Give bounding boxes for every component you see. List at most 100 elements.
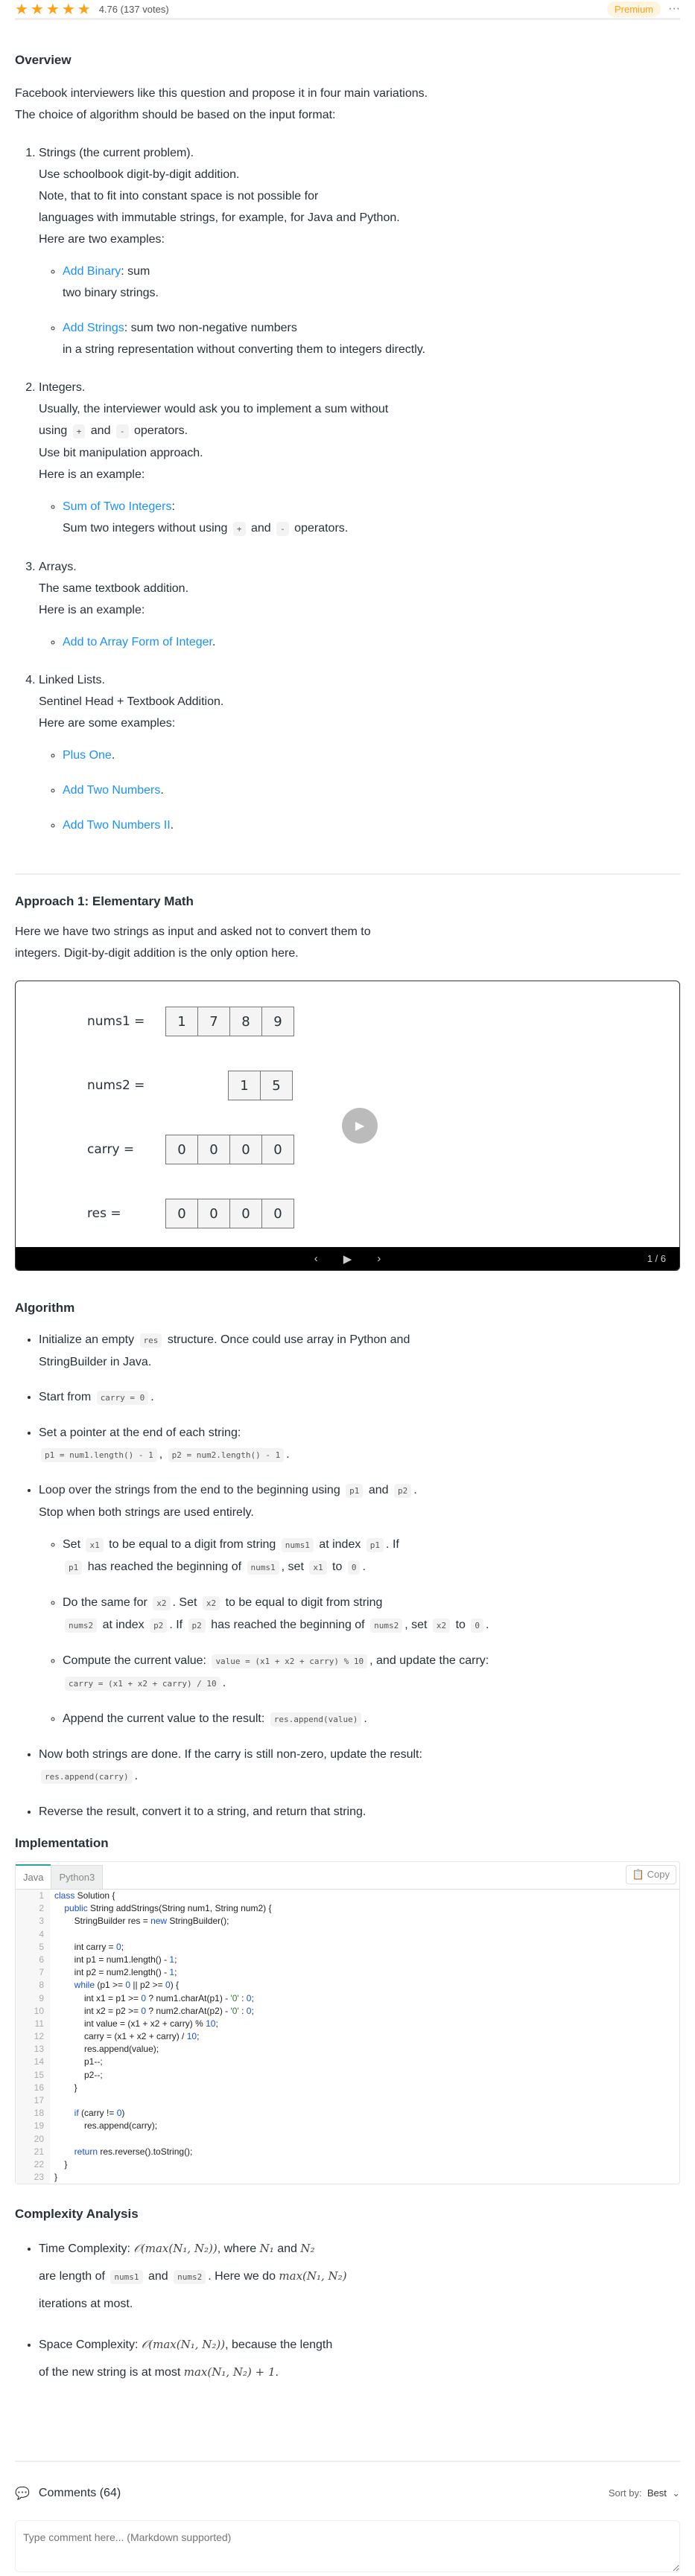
- inline-code: x2: [202, 1596, 220, 1610]
- algorithm-substep: Set x1 to be equal to a digit from strin…: [63, 1534, 680, 1578]
- text: in a string representation without conve…: [63, 343, 426, 356]
- star-icon[interactable]: ★: [77, 1, 91, 18]
- text: Start from: [39, 1391, 95, 1403]
- line-number: 14: [34, 2056, 44, 2068]
- inline-code: x1: [309, 1560, 327, 1575]
- text: are length of: [39, 2270, 109, 2283]
- examples-list: Sum of Two Integers: Sum two integers wit…: [39, 496, 680, 540]
- inline-code: carry = (x1 + x2 + carry) / 10: [65, 1677, 220, 1691]
- math-expression: max(N₁, N₂): [279, 2269, 347, 2283]
- complexity-item: Time Complexity: 𝒪(max(N₁, N₂)), where N…: [39, 2235, 680, 2318]
- sort-dropdown[interactable]: Sort by: Best ⌄: [609, 2487, 680, 2499]
- clipboard-icon: 📋: [632, 1869, 645, 1880]
- rating-stars[interactable]: ★ ★ ★ ★ ★: [15, 0, 93, 19]
- inline-code: nums1: [247, 1560, 279, 1575]
- line-number: 22: [34, 2158, 44, 2169]
- array-cell: 1: [228, 1071, 261, 1100]
- inline-code: value = (x1 + x2 + carry) % 10: [212, 1654, 368, 1668]
- text: structure. Once could use array in Pytho…: [164, 1333, 410, 1346]
- text: at index: [99, 1619, 148, 1631]
- problem-link[interactable]: Plus One: [63, 749, 112, 762]
- tab-python3[interactable]: Python3: [51, 1865, 104, 1889]
- array-cell: 1: [165, 1007, 198, 1036]
- array-label: carry =: [87, 1142, 135, 1157]
- slideshow-controls: ‹ ▶ › 1 / 6: [16, 1247, 679, 1270]
- text: .: [212, 636, 216, 648]
- problem-link[interactable]: Add Two Numbers II: [63, 819, 171, 832]
- problem-link[interactable]: Add Two Numbers: [63, 784, 160, 797]
- copy-button[interactable]: 📋 Copy: [625, 1865, 676, 1884]
- line-number: 13: [34, 2044, 44, 2055]
- play-overlay-button[interactable]: ▶: [342, 1108, 378, 1144]
- code-line: while (p1 >= 0 || p2 >= 0) {: [74, 1980, 180, 1991]
- array-cells: 0000: [165, 1199, 294, 1228]
- code-line: }: [54, 2082, 77, 2093]
- text: Here are two examples:: [39, 233, 165, 246]
- line-number: 17: [34, 2095, 44, 2105]
- code-line: res.append(value);: [54, 2044, 159, 2055]
- text: ,: [159, 1448, 166, 1461]
- line-number: 1: [39, 1890, 44, 1901]
- inline-code: nums1: [281, 1538, 314, 1552]
- star-icon[interactable]: ★: [15, 1, 28, 18]
- comments-header: 💬 Comments (64) Sort by: Best ⌄: [15, 2478, 680, 2508]
- array-cell: 0: [229, 1135, 262, 1164]
- code-line: int carry = 0;: [54, 1941, 124, 1952]
- slide-counter: 1 / 6: [647, 1253, 666, 1264]
- next-slide-icon[interactable]: ›: [377, 1252, 381, 1265]
- more-options-icon[interactable]: ···: [668, 2, 680, 16]
- text: .: [364, 1712, 367, 1725]
- line-number: 20: [34, 2133, 44, 2144]
- inline-code: p1: [346, 1484, 364, 1498]
- problem-link[interactable]: Sum of Two Integers: [63, 500, 171, 513]
- algorithm-step: Set a pointer at the end of each string:…: [39, 1422, 680, 1466]
- inline-code: x1: [86, 1538, 104, 1552]
- line-number: 10: [34, 2005, 44, 2016]
- prev-slide-icon[interactable]: ‹: [314, 1252, 318, 1265]
- algorithm-substep: Compute the current value: value = (x1 +…: [63, 1650, 680, 1695]
- problem-link[interactable]: Add Strings: [63, 322, 124, 334]
- line-number: 4: [39, 1928, 44, 1939]
- text: Set: [63, 1538, 84, 1551]
- star-icon[interactable]: ★: [31, 1, 44, 18]
- text: Strings (the current problem).: [39, 147, 194, 159]
- math-expression: N₁: [259, 2242, 274, 2256]
- text: Use bit manipulation approach.: [39, 447, 203, 459]
- text: iterations at most.: [39, 2298, 133, 2311]
- inline-code: res.append(carry): [41, 1770, 133, 1784]
- array-cell: 0: [261, 1199, 294, 1228]
- code-line: if (carry != 0): [74, 2108, 125, 2119]
- inline-code: 0: [347, 1560, 361, 1575]
- inline-code: p2: [394, 1484, 412, 1498]
- array-cell: 9: [261, 1007, 294, 1036]
- line-number: 11: [34, 2018, 44, 2029]
- examples-list: Add to Array Form of Integer.: [39, 631, 680, 653]
- play-icon[interactable]: ▶: [343, 1252, 352, 1266]
- tab-java[interactable]: Java: [16, 1864, 51, 1889]
- code-content[interactable]: class Solution { public String addString…: [50, 1890, 272, 2184]
- code-line: int p1 = num1.length() - 1;: [54, 1954, 177, 1965]
- text: and: [273, 2242, 301, 2256]
- star-icon[interactable]: ★: [46, 1, 60, 18]
- text: .: [362, 1560, 366, 1573]
- inline-code: nums2: [174, 2270, 206, 2285]
- text: .: [111, 749, 115, 762]
- star-icon[interactable]: ★: [62, 1, 75, 18]
- problem-link[interactable]: Add Binary: [63, 265, 121, 278]
- array-label: nums2 =: [87, 1078, 145, 1093]
- text: .: [160, 784, 164, 797]
- line-number: 16: [34, 2082, 44, 2093]
- code-line: }: [54, 2158, 68, 2169]
- code-line: public String addStrings(String num1, St…: [64, 1903, 272, 1914]
- array-row: carry = 0 0 0 0: [87, 1135, 294, 1164]
- example-item: Add to Array Form of Integer.: [63, 631, 680, 653]
- text: Usually, the interviewer would ask you t…: [39, 403, 389, 415]
- line-number: 18: [34, 2108, 44, 2119]
- code-line: p1--;: [54, 2056, 103, 2068]
- comment-input[interactable]: [15, 2520, 680, 2573]
- problem-link[interactable]: Add to Array Form of Integer: [63, 636, 212, 648]
- array-cell: 0: [197, 1199, 230, 1228]
- overview-intro: Facebook interviewers like this question…: [15, 87, 428, 121]
- line-number: 12: [34, 2031, 44, 2042]
